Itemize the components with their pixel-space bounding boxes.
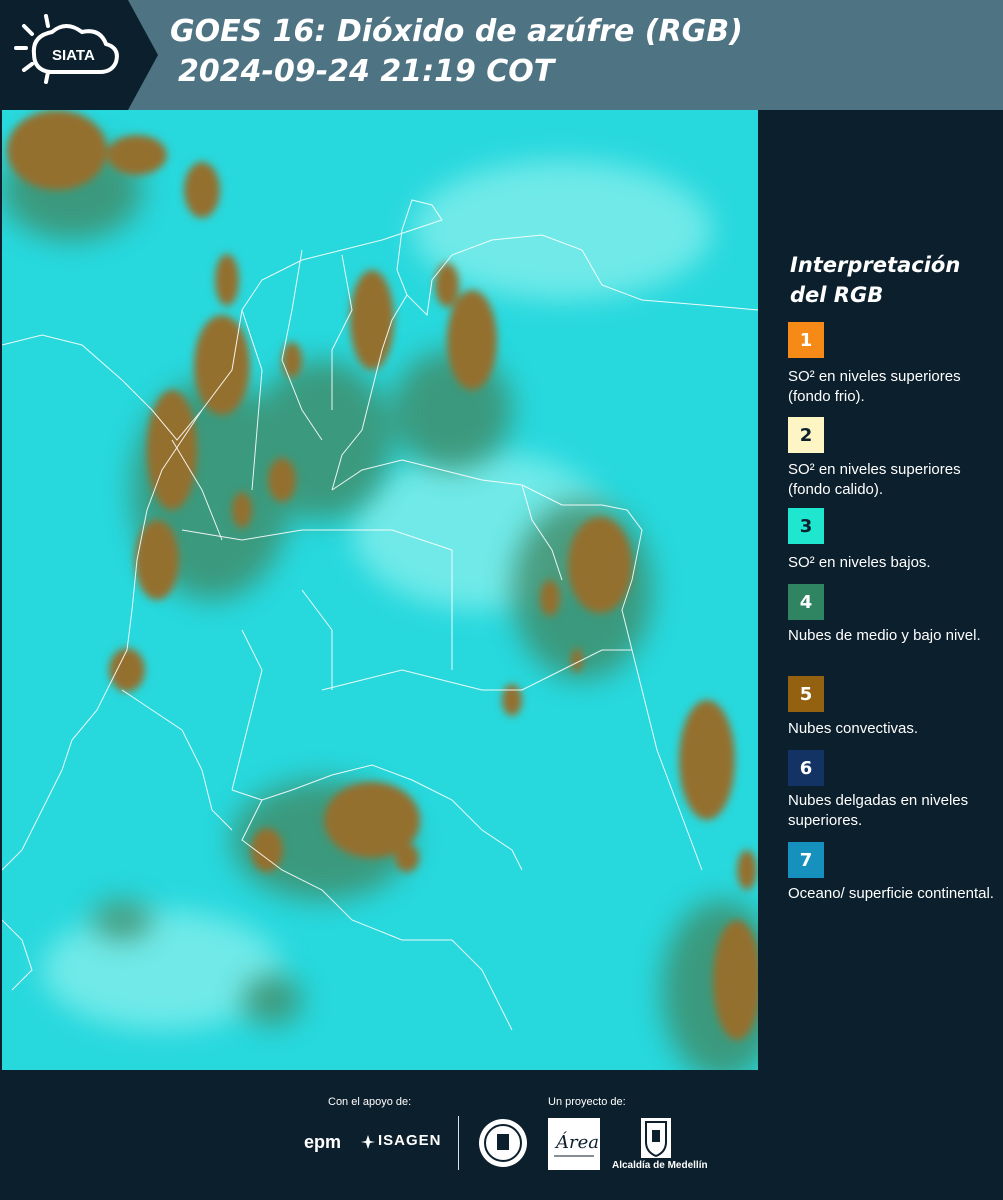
- support-label: Con el apoyo de:: [328, 1096, 412, 1108]
- legend-chip-4: 4: [788, 584, 824, 620]
- so2-rgb-image: [2, 110, 758, 1070]
- project-label: Un proyecto de:: [548, 1096, 626, 1108]
- area-metropolitana-logo[interactable]: Área: [548, 1118, 600, 1170]
- alcaldia-shield-logo[interactable]: [641, 1118, 671, 1158]
- satellite-map[interactable]: [2, 110, 758, 1070]
- page-timestamp: 2024-09-24 21:19 COT: [178, 54, 555, 89]
- area-metropolitana-icon: Área: [554, 1130, 599, 1157]
- legend-title: Interpretación del RGB: [790, 253, 961, 307]
- legend-label-6: Nubes delgadas en niveles superiores.: [788, 792, 969, 829]
- logo-arrow: [128, 0, 158, 110]
- legend-label-7: Oceano/ superficie continental.: [788, 885, 994, 902]
- isagen-logo[interactable]: ISAGEN: [360, 1132, 442, 1149]
- medellin-seal-icon[interactable]: [478, 1118, 528, 1168]
- legend-label-5: Nubes convectivas.: [788, 720, 919, 737]
- footer: Con el apoyo de: Un proyecto de: epm ISA…: [0, 1070, 1003, 1200]
- legend-chip-3: 3: [788, 508, 824, 544]
- page-title: GOES 16: Dióxido de azúfre (RGB): [170, 14, 743, 49]
- shield-icon: [645, 1121, 667, 1158]
- isagen-mark-icon: [361, 1135, 375, 1149]
- legend-label-3: SO² en niveles bajos.: [788, 554, 931, 571]
- legend-panel: Interpretación del RGB 1 SO² en niveles …: [758, 110, 1003, 1070]
- footer-divider: [458, 1116, 459, 1170]
- legend-label-1: SO² en niveles superiores (fondo frio).: [788, 368, 961, 405]
- sun-cloud-icon: SIATA: [14, 14, 119, 84]
- legend-chip-7: 7: [788, 842, 824, 878]
- alcaldia-label: Alcaldía de Medellín: [612, 1160, 708, 1171]
- legend-chip-1: 1: [788, 322, 824, 358]
- legend-chip-6: 6: [788, 750, 824, 786]
- svg-text:Área: Área: [554, 1130, 599, 1153]
- legend-label-2: SO² en niveles superiores (fondo calido)…: [788, 461, 961, 498]
- svg-text:SIATA: SIATA: [52, 47, 95, 64]
- header: SIATA GOES 16: Dióxido de azúfre (RGB) 2…: [0, 0, 1003, 110]
- legend-chip-5: 5: [788, 676, 824, 712]
- legend-chip-2: 2: [788, 417, 824, 453]
- epm-logo[interactable]: epm: [304, 1132, 341, 1153]
- legend-label-4: Nubes de medio y bajo nivel.: [788, 627, 981, 644]
- isagen-label: ISAGEN: [378, 1132, 442, 1149]
- siata-logo[interactable]: SIATA: [0, 0, 128, 110]
